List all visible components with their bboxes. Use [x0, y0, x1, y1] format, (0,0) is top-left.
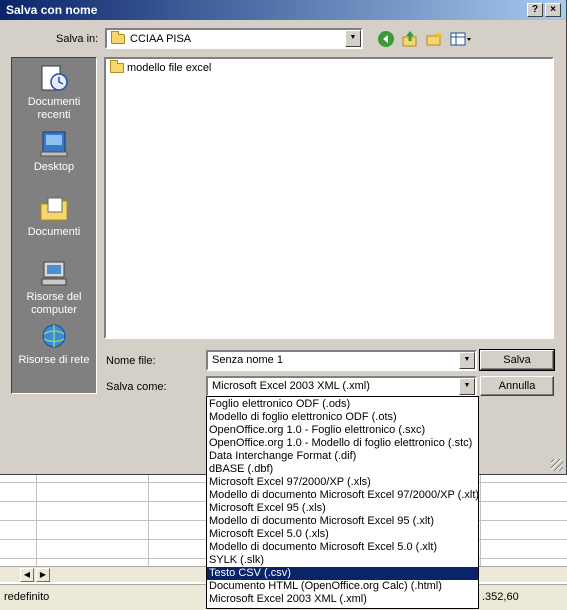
- file-type-option[interactable]: Microsoft Excel 95 (.xls): [207, 502, 478, 515]
- file-type-list[interactable]: Foglio elettronico ODF (.ods) Modello di …: [206, 396, 479, 609]
- resize-grip[interactable]: [551, 459, 563, 471]
- place-label: Documenti: [27, 226, 81, 238]
- view-menu-icon[interactable]: [449, 30, 473, 48]
- file-type-option[interactable]: Microsoft Excel 97/2000/XP (.xls): [207, 476, 478, 489]
- save-as-type-dropdown[interactable]: Microsoft Excel 2003 XML (.xml) ▼: [206, 376, 477, 397]
- places-bar: Documenti recenti Desktop Documenti Riso…: [11, 57, 97, 394]
- chevron-down-icon[interactable]: ▼: [345, 30, 361, 47]
- file-type-option[interactable]: Modello di documento Microsoft Excel 5.0…: [207, 541, 478, 554]
- save-in-dropdown[interactable]: CCIAA PISA ▼: [105, 28, 363, 49]
- folder-icon: [110, 60, 124, 73]
- file-type-option[interactable]: Foglio elettronico ODF (.ods): [207, 398, 478, 411]
- help-button[interactable]: ?: [527, 3, 543, 17]
- save-in-label: Salva in:: [56, 33, 99, 45]
- place-desktop[interactable]: Desktop: [12, 129, 96, 174]
- network-icon: [42, 324, 66, 348]
- save-button[interactable]: Salva: [479, 349, 555, 371]
- save-as-type-value: Microsoft Excel 2003 XML (.xml): [212, 380, 370, 392]
- scroll-left-button[interactable]: ◀: [20, 568, 34, 582]
- save-as-type-label: Salva come:: [106, 381, 167, 393]
- file-type-option[interactable]: dBASE (.dbf): [207, 463, 478, 476]
- status-right-text: .352,60: [482, 591, 519, 603]
- file-type-option[interactable]: OpenOffice.org 1.0 - Modello di foglio e…: [207, 437, 478, 450]
- place-my-computer[interactable]: Risorse del computer: [12, 259, 96, 317]
- up-folder-icon[interactable]: [401, 30, 419, 48]
- place-label: Risorse del computer: [26, 291, 82, 316]
- file-type-option[interactable]: SYLK (.slk): [207, 554, 478, 567]
- file-list[interactable]: modello file excel: [104, 57, 554, 339]
- filename-value: Senza nome 1: [212, 354, 283, 366]
- file-type-option[interactable]: Testo CSV (.csv): [207, 567, 478, 580]
- chevron-down-icon[interactable]: ▼: [459, 378, 475, 395]
- recent-documents-icon: [41, 65, 68, 91]
- my-computer-icon: [41, 261, 67, 286]
- file-type-option[interactable]: Modello di foglio elettronico ODF (.ots): [207, 411, 478, 424]
- filename-label: Nome file:: [106, 355, 156, 367]
- title-bar: Salva con nome ? ×: [0, 0, 566, 20]
- dialog-title: Salva con nome: [6, 3, 98, 17]
- file-type-option[interactable]: OpenOffice.org 1.0 - Foglio elettronico …: [207, 424, 478, 437]
- list-item[interactable]: modello file excel: [110, 60, 212, 74]
- place-label: Desktop: [33, 161, 75, 173]
- place-network[interactable]: Risorse di rete: [12, 322, 96, 367]
- file-type-option[interactable]: Microsoft Excel 5.0 (.xls): [207, 528, 478, 541]
- file-name: modello file excel: [127, 62, 212, 74]
- save-in-value: CCIAA PISA: [130, 33, 192, 45]
- back-icon[interactable]: [377, 30, 395, 48]
- scroll-right-button[interactable]: ▶: [36, 568, 50, 582]
- file-type-option[interactable]: Data Interchange Format (.dif): [207, 450, 478, 463]
- filename-field[interactable]: Senza nome 1 ▼: [206, 350, 477, 371]
- cancel-button[interactable]: Annulla: [480, 376, 554, 396]
- file-type-option[interactable]: Microsoft Excel 2003 XML (.xml): [207, 593, 478, 606]
- close-button[interactable]: ×: [545, 3, 561, 17]
- place-documents[interactable]: Documenti: [12, 194, 96, 239]
- folder-icon: [111, 31, 125, 44]
- place-label: Documenti recenti: [27, 96, 81, 121]
- file-type-option[interactable]: Modello di documento Microsoft Excel 95 …: [207, 515, 478, 528]
- documents-icon: [40, 197, 68, 221]
- file-type-option[interactable]: Documento HTML (OpenOffice.org Calc) (.h…: [207, 580, 478, 593]
- file-type-option[interactable]: Modello di documento Microsoft Excel 97/…: [207, 489, 478, 502]
- desktop-icon: [40, 131, 68, 157]
- place-recent-documents[interactable]: Documenti recenti: [12, 64, 96, 122]
- status-left-text: redefinito: [4, 591, 50, 603]
- place-label: Risorse di rete: [18, 354, 90, 366]
- new-folder-icon[interactable]: [425, 30, 443, 48]
- chevron-down-icon[interactable]: ▼: [459, 352, 475, 369]
